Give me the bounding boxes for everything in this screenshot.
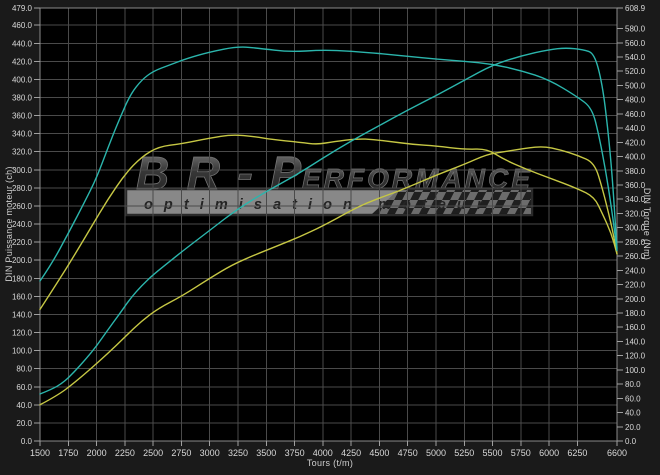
right-axis-title: DIN Torque (Nm) bbox=[641, 4, 653, 444]
svg-text:300.0: 300.0 bbox=[12, 166, 33, 175]
svg-text:220.0: 220.0 bbox=[12, 238, 33, 247]
svg-text:4750: 4750 bbox=[398, 448, 418, 458]
svg-text:6250: 6250 bbox=[567, 448, 587, 458]
svg-text:80.0: 80.0 bbox=[625, 380, 641, 389]
svg-text:40.0: 40.0 bbox=[16, 401, 32, 410]
svg-text:ERFORMANCE: ERFORMANCE bbox=[302, 163, 532, 194]
svg-text:BR-P: BR-P bbox=[136, 147, 304, 199]
svg-text:160.0: 160.0 bbox=[12, 292, 33, 301]
x-axis-title: Tours (t/m) bbox=[0, 458, 660, 468]
svg-text:5250: 5250 bbox=[454, 448, 474, 458]
svg-text:140.0: 140.0 bbox=[12, 310, 33, 319]
svg-text:380.0: 380.0 bbox=[12, 94, 33, 103]
svg-text:2000: 2000 bbox=[87, 448, 107, 458]
svg-text:20.0: 20.0 bbox=[625, 423, 641, 432]
svg-text:200.0: 200.0 bbox=[12, 256, 33, 265]
svg-text:120.0: 120.0 bbox=[12, 329, 33, 338]
svg-text:240.0: 240.0 bbox=[12, 220, 33, 229]
left-axis-title: DIN Puissance moteur (ch) bbox=[3, 4, 15, 444]
svg-text:0.0: 0.0 bbox=[625, 437, 637, 446]
svg-text:260.0: 260.0 bbox=[12, 202, 33, 211]
svg-text:440.0: 440.0 bbox=[12, 39, 33, 48]
svg-text:1750: 1750 bbox=[58, 448, 78, 458]
svg-text:1500: 1500 bbox=[30, 448, 50, 458]
svg-text:3250: 3250 bbox=[228, 448, 248, 458]
svg-text:0.0: 0.0 bbox=[21, 437, 33, 446]
svg-text:6000: 6000 bbox=[539, 448, 559, 458]
dyno-chart: BR-P ERFORMANCE optimisation moteur 479.… bbox=[0, 0, 660, 475]
svg-text:100.0: 100.0 bbox=[12, 347, 33, 356]
svg-text:3750: 3750 bbox=[285, 448, 305, 458]
svg-text:460.0: 460.0 bbox=[12, 21, 33, 30]
svg-text:80.0: 80.0 bbox=[16, 365, 32, 374]
svg-text:20.0: 20.0 bbox=[16, 419, 32, 428]
svg-text:40.0: 40.0 bbox=[625, 409, 641, 418]
svg-text:4250: 4250 bbox=[341, 448, 361, 458]
svg-text:3000: 3000 bbox=[200, 448, 220, 458]
svg-text:6600: 6600 bbox=[607, 448, 627, 458]
svg-text:5500: 5500 bbox=[482, 448, 502, 458]
svg-text:180.0: 180.0 bbox=[12, 274, 33, 283]
svg-text:60.0: 60.0 bbox=[625, 394, 641, 403]
svg-text:4500: 4500 bbox=[369, 448, 389, 458]
svg-text:360.0: 360.0 bbox=[12, 112, 33, 121]
chart-canvas: BR-P ERFORMANCE optimisation moteur 479.… bbox=[0, 0, 660, 475]
svg-text:2250: 2250 bbox=[115, 448, 135, 458]
svg-text:320.0: 320.0 bbox=[12, 148, 33, 157]
svg-text:5000: 5000 bbox=[426, 448, 446, 458]
svg-text:340.0: 340.0 bbox=[12, 130, 33, 139]
svg-text:5750: 5750 bbox=[511, 448, 531, 458]
svg-text:420.0: 420.0 bbox=[12, 57, 33, 66]
svg-text:280.0: 280.0 bbox=[12, 184, 33, 193]
svg-text:479.0: 479.0 bbox=[12, 4, 33, 13]
svg-text:3500: 3500 bbox=[256, 448, 276, 458]
svg-text:2500: 2500 bbox=[143, 448, 163, 458]
svg-text:60.0: 60.0 bbox=[16, 383, 32, 392]
svg-text:2750: 2750 bbox=[171, 448, 191, 458]
svg-text:4000: 4000 bbox=[313, 448, 333, 458]
svg-text:400.0: 400.0 bbox=[12, 75, 33, 84]
